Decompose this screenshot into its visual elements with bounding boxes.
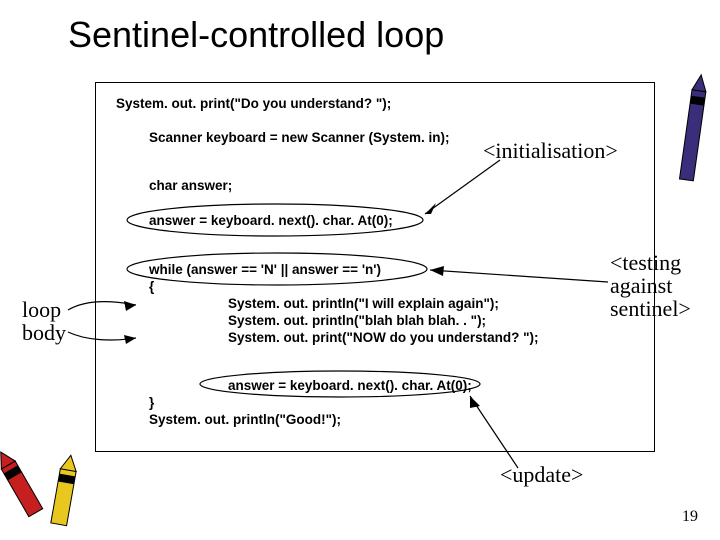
code-line-5: while (answer == 'N' || answer == 'n') [149,262,381,277]
tag-init: <initialisation> [483,138,618,164]
code-line-10: answer = keyboard. next(). char. At(0); [228,378,472,393]
code-line-12: System. out. println("Good!"); [149,412,341,427]
code-line-1: System. out. print("Do you understand? "… [116,96,391,111]
tag-test-3: sentinel> [610,296,691,322]
crayon-decoration-left [0,400,105,540]
code-line-7: System. out. println("I will explain aga… [228,296,499,311]
tag-update: <update> [500,462,583,488]
code-line-6: { [149,279,154,294]
code-line-2: Scanner keyboard = new Scanner (System. … [149,130,449,145]
code-line-11: } [149,395,154,410]
code-line-9: System. out. print("NOW do you understan… [228,330,539,345]
page-title: Sentinel-controlled loop [68,14,444,56]
page-number: 19 [682,508,698,526]
code-line-8: System. out. println("blah blah blah. . … [228,313,486,328]
label-loop-2: body [22,320,66,346]
crayon-decoration-right [670,60,720,220]
code-line-3: char answer; [149,178,232,193]
code-line-4: answer = keyboard. next(). char. At(0); [149,213,393,228]
